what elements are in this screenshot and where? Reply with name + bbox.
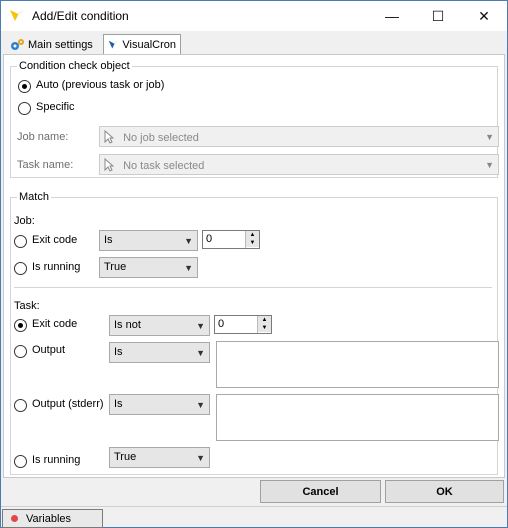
tab-panel: Condition check object Auto (previous ta… — [3, 54, 505, 478]
chevron-down-icon: ▼ — [196, 321, 205, 331]
radio-auto[interactable] — [18, 80, 31, 93]
task-name-value: No task selected — [123, 160, 205, 172]
chevron-down-icon: ▼ — [184, 263, 193, 273]
status-dot-icon — [11, 515, 18, 522]
task-heading: Task: — [14, 300, 40, 312]
stepper-value: 0 — [206, 233, 213, 245]
job-heading: Job: — [14, 215, 35, 227]
chevron-down-icon: ▼ — [184, 236, 193, 246]
stepper-buttons: ▲ ▼ — [245, 231, 259, 248]
radio-task-is-running[interactable] — [14, 455, 27, 468]
job-name-select[interactable]: No job selected ▼ — [99, 126, 499, 147]
group-legend: Condition check object — [19, 60, 130, 72]
job-exit-code-operator-select[interactable]: Is ▼ — [99, 230, 198, 251]
task-exit-code-label: Exit code — [32, 318, 78, 330]
task-name-label: Task name: — [17, 159, 74, 171]
tab-visualcron[interactable]: VisualCron — [103, 34, 181, 55]
tab-strip: Main settings VisualCron — [1, 32, 507, 55]
gears-icon — [11, 39, 24, 50]
minimize-button[interactable]: — — [369, 1, 415, 31]
task-exit-code-operator-select[interactable]: Is not ▼ — [109, 315, 210, 336]
visualcron-logo-icon — [108, 40, 119, 49]
select-value: True — [104, 261, 127, 273]
chevron-down-icon: ▼ — [196, 453, 205, 463]
variables-tab[interactable]: Variables — [2, 509, 103, 528]
status-bar: Variables — [1, 506, 507, 528]
radio-task-exit-code[interactable] — [14, 319, 27, 332]
task-name-select[interactable]: No task selected ▼ — [99, 154, 499, 175]
task-exit-code-stepper[interactable]: 0 ▲ ▼ — [214, 315, 272, 334]
chevron-down-icon: ▼ — [196, 400, 205, 410]
select-value: Is — [114, 398, 123, 410]
radio-auto-label: Auto (previous task or job) — [36, 79, 165, 91]
task-is-running-label: Is running — [32, 454, 81, 466]
select-value: True — [114, 451, 137, 463]
select-value: Is — [114, 346, 123, 358]
radio-job-is-running[interactable] — [14, 262, 27, 275]
radio-job-exit-code[interactable] — [14, 235, 27, 248]
window-title: Add/Edit condition — [32, 9, 129, 23]
radio-task-output-stderr[interactable] — [14, 399, 27, 412]
chevron-down-icon: ▼ — [485, 132, 494, 142]
stepper-up-icon[interactable]: ▲ — [246, 231, 259, 239]
task-is-running-select[interactable]: True ▼ — [109, 447, 210, 468]
variables-label: Variables — [26, 512, 72, 525]
job-is-running-select[interactable]: True ▼ — [99, 257, 198, 278]
stepper-down-icon[interactable]: ▼ — [258, 324, 271, 332]
chevron-down-icon: ▼ — [196, 348, 205, 358]
tab-label: VisualCron — [122, 39, 176, 51]
task-output-label: Output — [32, 344, 66, 356]
maximize-button[interactable]: ☐ — [415, 1, 461, 31]
group-legend: Match — [19, 191, 49, 203]
job-exit-code-label: Exit code — [32, 234, 78, 246]
task-output-operator-select[interactable]: Is ▼ — [109, 342, 210, 363]
pointer-icon — [104, 130, 114, 144]
job-name-label: Job name: — [17, 131, 69, 143]
select-value: Is not — [114, 319, 141, 331]
title-bar[interactable]: Add/Edit condition — ☐ ✕ — [1, 1, 507, 31]
stepper-up-icon[interactable]: ▲ — [258, 316, 271, 324]
stepper-buttons: ▲ ▼ — [257, 316, 271, 333]
maximize-icon: ☐ — [431, 7, 445, 24]
radio-specific-label: Specific — [36, 101, 75, 113]
divider — [14, 287, 492, 288]
task-output-textbox[interactable] — [216, 341, 499, 388]
minimize-icon: — — [385, 8, 399, 24]
pointer-icon — [104, 158, 114, 172]
job-exit-code-stepper[interactable]: 0 ▲ ▼ — [202, 230, 260, 249]
radio-task-output[interactable] — [14, 345, 27, 358]
dialog-window: Add/Edit condition — ☐ ✕ Main settings V… — [0, 0, 508, 528]
task-output-stderr-operator-select[interactable]: Is ▼ — [109, 394, 210, 415]
stepper-down-icon[interactable]: ▼ — [246, 239, 259, 247]
ok-button[interactable]: OK — [385, 480, 504, 503]
task-output-stderr-label: Output (stderr) — [32, 398, 104, 410]
task-output-stderr-textbox[interactable] — [216, 394, 499, 441]
chevron-down-icon: ▼ — [485, 160, 494, 170]
tab-main-settings[interactable]: Main settings — [5, 35, 101, 55]
visualcron-logo-icon — [10, 10, 24, 21]
select-value: Is — [104, 234, 113, 246]
job-name-value: No job selected — [123, 132, 199, 144]
tab-label: Main settings — [28, 39, 93, 51]
stepper-value: 0 — [218, 318, 225, 330]
cancel-button[interactable]: Cancel — [260, 480, 381, 503]
job-is-running-label: Is running — [32, 261, 81, 273]
close-button[interactable]: ✕ — [461, 1, 507, 31]
close-icon: ✕ — [478, 7, 490, 24]
radio-specific[interactable] — [18, 102, 31, 115]
